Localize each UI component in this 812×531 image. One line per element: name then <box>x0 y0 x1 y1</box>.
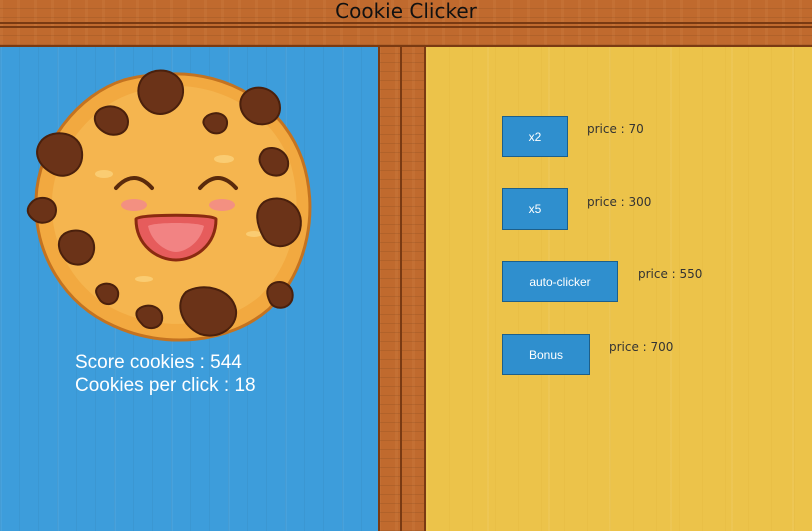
x5-button[interactable]: x5 <box>502 188 568 230</box>
page-title: Cookie Clicker <box>335 0 477 23</box>
bonus-button[interactable]: Bonus <box>502 334 590 375</box>
auto-clicker-price: price : 550 <box>638 267 703 281</box>
header-plank-seam <box>0 26 812 28</box>
auto-clicker-button[interactable]: auto-clicker <box>502 261 618 302</box>
x2-price: price : 70 <box>587 122 644 136</box>
wood-divider <box>378 47 426 531</box>
score-text: Score cookies : 544 <box>75 352 242 373</box>
bonus-price: price : 700 <box>609 340 674 354</box>
x5-price: price : 300 <box>587 195 652 209</box>
x2-button[interactable]: x2 <box>502 116 568 157</box>
cookies-per-click-text: Cookies per click : 18 <box>75 375 256 396</box>
shop-panel <box>426 47 812 531</box>
cookie-icon[interactable] <box>24 64 316 346</box>
header-bar: Cookie Clicker <box>0 0 812 47</box>
